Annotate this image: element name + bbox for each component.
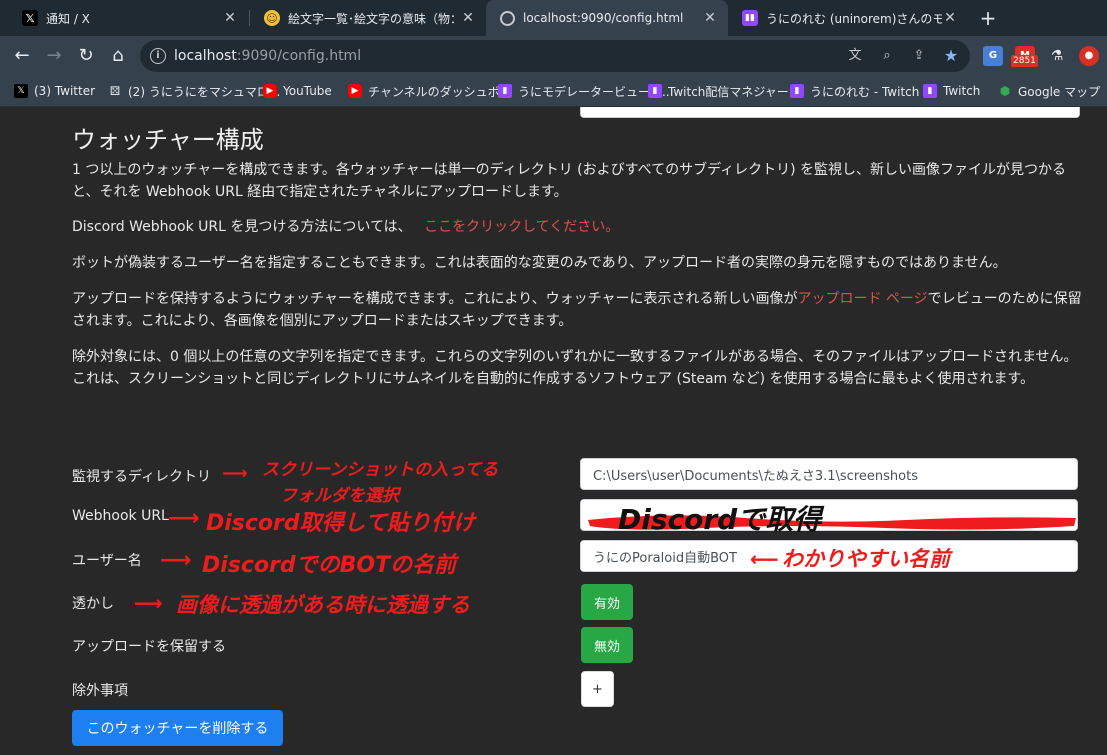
previous-input-field[interactable] [580,107,1080,118]
youtube-icon: ▶ [263,84,277,98]
upload-page-link[interactable]: アップロード ページ [797,291,927,307]
bookmark-uninorem-twitch[interactable]: ▮ うにのれむ - Twitch [790,82,919,100]
tab-notifications[interactable]: 𝕏 通知 / X ✕ [8,0,248,36]
puzzle-extension-icon[interactable]: ⚗ [1047,46,1067,66]
webhook-help-text: Discord Webhook URL を見つける方法については、 [72,219,412,235]
bookmark-label: うにモデレータービュー -... [518,84,670,99]
google-maps-icon: ⬢ [999,84,1011,98]
directory-input[interactable] [580,458,1078,490]
bookmark-label: YouTube [283,84,332,98]
twitch-icon: ▮ [498,84,512,98]
directory-label: 監視するディレクトリ [72,469,212,485]
watermark-label: 透かし [72,596,114,612]
tab-config-active[interactable]: localhost:9090/config.html ✕ [486,0,728,36]
username-help-paragraph: ボットが偽装するユーザー名を指定することもできます。これは表面的な変更のみであり… [72,255,1007,271]
url-host: localhost [174,48,237,64]
share-icon[interactable]: ⇪ [910,47,928,65]
zoom-icon[interactable]: ⌕ [878,47,896,65]
add-exclusion-button[interactable]: + [581,671,614,707]
browser-toolbar: ← → ↻ ⌂ i localhost:9090/config.html 文 ⌕… [0,36,1107,76]
directory-annotation-line1: スクリーンショットの入ってる [262,460,499,480]
twitch-icon: ▮ [648,84,662,98]
bookmarks-bar: 𝕏 (3) Twitter ⚄ (2) うにうにをマシュマロ... ▶ YouT… [0,76,1107,107]
arrow-right-icon: ⟶ [168,506,200,531]
bookmark-label: チャンネルのダッシュボ... [368,84,512,99]
back-arrow-icon[interactable]: ← [10,44,34,68]
tab-title: うにのれむ (uninorem)さんのモデレー [766,11,942,26]
bookmark-youtube[interactable]: ▶ YouTube [263,82,332,100]
page-content: ウォッチャー構成 1 つ以上のウォッチャーを構成できます。各ウォッチャーは単一の… [0,107,1107,755]
hold-uploads-toggle-button[interactable]: 無効 [581,627,633,663]
tab-emoji-list[interactable]: ☺ 絵文字一覧･絵文字の意味（物： ✕ [250,0,486,36]
tab-title: localhost:9090/config.html [523,11,684,25]
bookmark-label: うにのれむ - Twitch [810,84,920,99]
gmail-badge-count: 2851 [1011,55,1038,67]
close-icon[interactable]: ✕ [942,10,958,26]
intro-paragraph: 1 つ以上のウォッチャーを構成できます。各ウォッチャーは単一のディレクトリ (お… [72,162,1066,200]
bookmark-google-maps[interactable]: ⬢ Google マップ [998,82,1100,100]
close-icon[interactable]: ✕ [702,10,718,26]
bookmark-label: Twitch配信マネジャー [668,84,789,99]
webhook-help-paragraph: Discord Webhook URL を見つける方法については、 ここをクリッ… [72,216,1082,238]
webhook-label: Webhook URL [72,508,169,524]
webhook-help-link[interactable]: ここをクリックしてください。 [424,219,619,235]
watermark-toggle-button[interactable]: 有効 [581,584,633,620]
exclusions-label: 除外事項 [72,683,128,699]
arrow-right-icon: ⟶ [160,548,192,573]
bookmark-twitter[interactable]: 𝕏 (3) Twitter [14,82,95,100]
address-url[interactable]: localhost:9090/config.html [174,48,361,64]
page-title: ウォッチャー構成 [72,126,264,154]
star-bookmark-icon[interactable]: ★ [942,47,960,65]
address-bar[interactable]: i localhost:9090/config.html 文 ⌕ ⇪ ★ [140,40,970,72]
translate-icon[interactable]: 文 [846,47,864,65]
bookmark-label: Google マップ [1018,84,1101,99]
arrow-right-icon: ⟶ [222,463,248,484]
bookmark-moderator-view[interactable]: ▮ うにモデレータービュー -... [498,82,670,100]
username-field-annotation: わかりやすい名前 [782,547,950,571]
bookmark-twitch-manager[interactable]: ▮ Twitch配信マネジャー [648,82,789,100]
twitch-icon: ▮ [790,84,804,98]
emoji-icon: ☺ [264,10,280,26]
globe-icon [500,10,515,26]
tab-title: 絵文字一覧･絵文字の意味（物： [288,11,460,26]
tab-title: 通知 / X [46,11,90,26]
bookmark-label: Twitch [943,84,981,98]
username-annotation: DiscordでのBOTの名前 [202,553,457,578]
bookmark-channel-dashboard[interactable]: ▶ チャンネルのダッシュボ... [348,82,511,100]
watermark-annotation: 画像に透過がある時に透過する [176,593,470,617]
hold-help-text: アップロードを保持するようにウォッチャーを構成できます。これにより、ウォッチャー… [72,291,798,307]
hold-uploads-label: アップロードを保留する [72,639,226,655]
twitch-icon: ▮▮ [742,10,758,26]
bookmark-marshmallow[interactable]: ⚄ (2) うにうにをマシュマロ... [108,82,280,100]
x-logo-icon: 𝕏 [22,10,38,26]
home-icon[interactable]: ⌂ [106,44,130,68]
url-path: :9090/config.html [236,48,362,64]
delete-watcher-button[interactable]: このウォッチャーを削除する [72,710,283,746]
site-info-icon[interactable]: i [150,48,166,64]
dice-icon: ⚄ [109,84,121,98]
close-icon[interactable]: ✕ [222,10,238,26]
x-logo-icon: 𝕏 [14,84,28,98]
hold-help-paragraph: アップロードを保持するようにウォッチャーを構成できます。これにより、ウォッチャー… [72,288,1082,332]
youtube-icon: ▶ [348,84,362,98]
close-icon[interactable]: ✕ [460,10,476,26]
webhook-annotation: Discord取得して貼り付け [206,511,475,536]
forward-arrow-icon[interactable]: → [42,44,66,68]
username-label: ユーザー名 [72,553,142,569]
browser-tab-strip: 𝕏 通知 / X ✕ ☺ 絵文字一覧･絵文字の意味（物： ✕ localhost… [0,0,1107,36]
arrow-left-icon: ⟵ [750,547,779,571]
record-extension-icon[interactable]: ● [1079,46,1099,66]
bookmark-label: (3) Twitter [34,84,96,98]
bookmark-label: (2) うにうにをマシュマロ... [128,84,281,99]
bookmark-twitch[interactable]: ▮ Twitch [923,82,980,100]
google-translate-extension-icon[interactable]: G [983,46,1003,66]
webhook-field-annotation: Discordで取得 [618,503,822,536]
reload-icon[interactable]: ↻ [74,44,98,68]
arrow-right-icon: ⟶ [134,591,163,615]
twitch-icon: ▮ [923,84,937,98]
directory-annotation-line2: フォルダを選択 [280,486,399,506]
tab-twitch-moderator[interactable]: ▮▮ うにのれむ (uninorem)さんのモデレー ✕ [728,0,968,36]
exclusions-help-paragraph: 除外対象には、0 個以上の任意の文字列を指定できます。これらの文字列のいずれかに… [72,349,1078,387]
new-tab-plus-icon[interactable]: + [976,6,1000,30]
